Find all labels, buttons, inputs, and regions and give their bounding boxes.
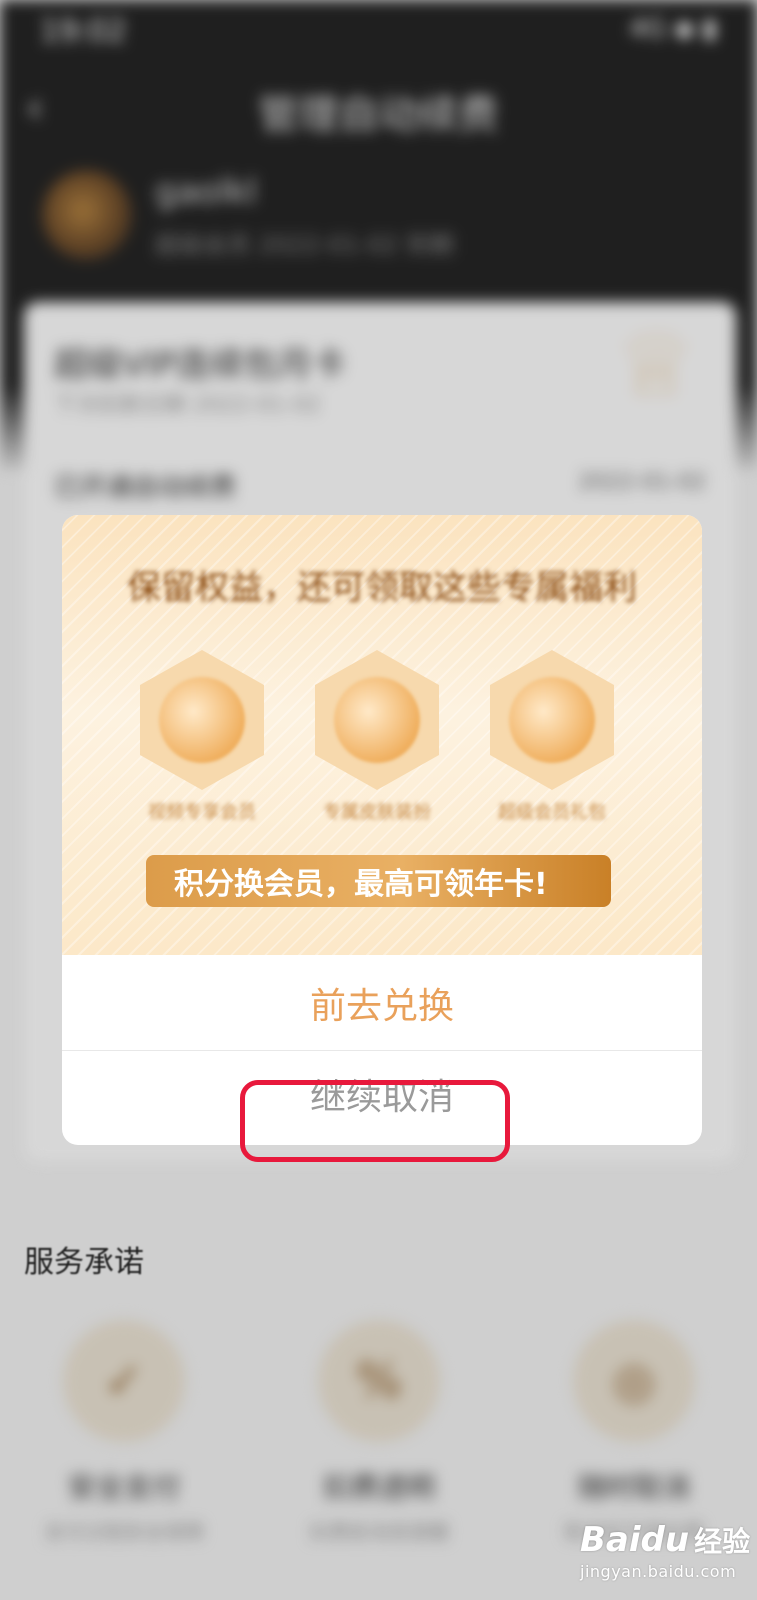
hexagon-badge-icon: [315, 650, 439, 790]
annotation-highlight-box: [240, 1080, 510, 1162]
watermark-url: jingyan.baidu.com: [580, 1562, 737, 1581]
retention-dialog: 保留权益，还可领取这些专属福利 视频专享会员 专属皮肤装扮 超级会员礼包 积分换…: [62, 515, 702, 1145]
redeem-button[interactable]: 前去兑换: [62, 955, 702, 1051]
watermark-logo: Baidu: [580, 1520, 690, 1560]
promo-strip: 积分换会员，最高可领年卡!: [146, 855, 611, 907]
banner-title: 保留权益，还可领取这些专属福利: [127, 568, 637, 608]
services-title: 服务承诺: [24, 1245, 144, 1280]
promo-banner: 保留权益，还可领取这些专属福利 视频专享会员 专属皮肤装扮 超级会员礼包 积分换…: [62, 515, 702, 955]
benefit-item: 超级会员礼包: [462, 650, 642, 824]
benefit-label: 超级会员礼包: [498, 802, 606, 823]
benefit-label: 专属皮肤装扮: [323, 802, 431, 823]
hexagon-badge-icon: [490, 650, 614, 790]
promo-text: 积分换会员，最高可领年卡!: [174, 867, 548, 902]
hexagon-badge-icon: [140, 650, 264, 790]
benefit-item: 视频专享会员: [112, 650, 292, 824]
benefit-item: 专属皮肤装扮: [287, 650, 467, 824]
baidu-jingyan-watermark: Baidu 经验 jingyan.baidu.com: [580, 1520, 750, 1581]
benefit-label: 视频专享会员: [148, 802, 256, 823]
watermark-brand: 经验: [694, 1525, 751, 1558]
